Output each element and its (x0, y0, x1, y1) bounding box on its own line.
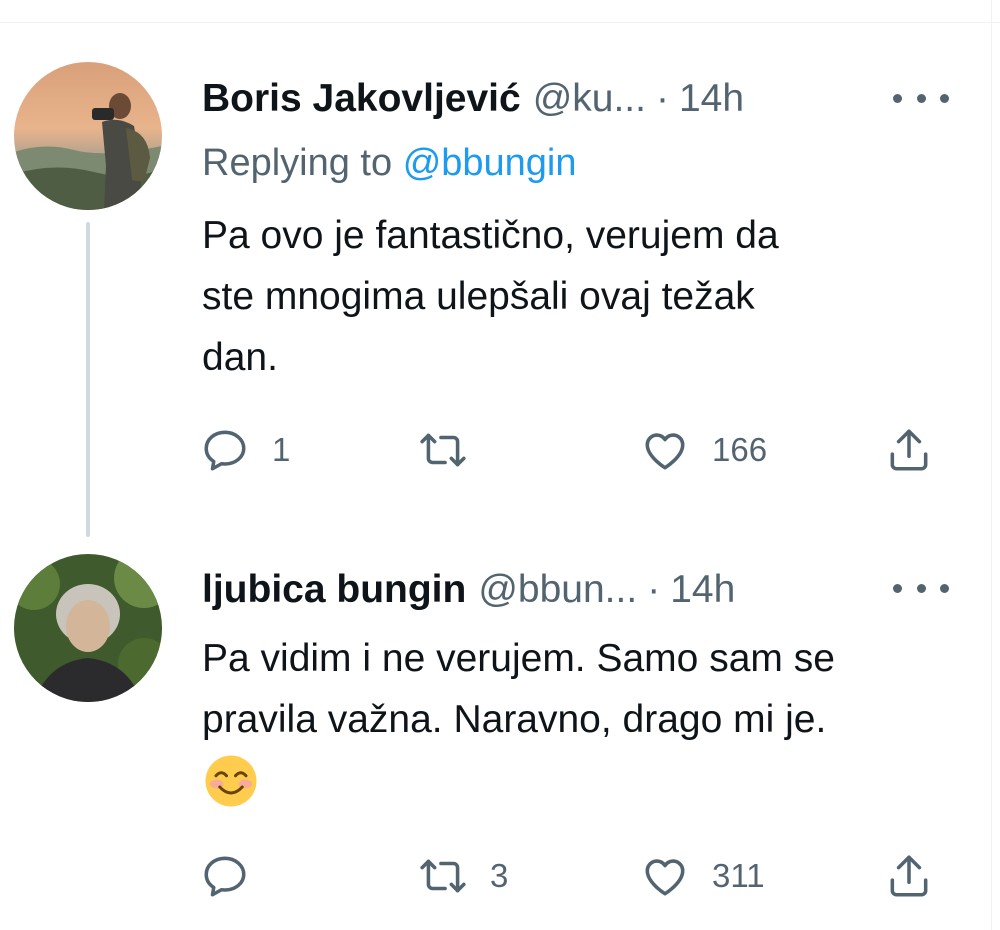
reply-count: 1 (272, 431, 291, 468)
share-icon (890, 429, 928, 471)
tweet-text-line: pravila važna. Naravno, drago mi je. (202, 698, 827, 741)
tweet-ljubica[interactable]: ljubica bungin @bbun... · 14h Pa vidim i… (0, 540, 985, 930)
like-icon (645, 433, 685, 470)
tweet-text: Pa vidim i ne verujem. Samo sam se pravi… (202, 628, 962, 750)
tweet-boris[interactable]: Boris Jakovljević @ku... · 14h Replying … (0, 0, 985, 540)
replying-prefix: Replying to (202, 142, 393, 184)
share-button[interactable] (884, 846, 934, 906)
retweet-icon (420, 859, 466, 893)
replying-mention-link[interactable]: @bbungin (403, 142, 577, 184)
thread-line (86, 222, 90, 537)
tweet-header: Boris Jakovljević @ku... · 14h (202, 77, 744, 120)
share-icon (890, 855, 928, 897)
author-name[interactable]: Boris Jakovljević (202, 77, 521, 121)
retweet-count: 3 (490, 857, 509, 894)
tweet-actions: 1 166 (200, 420, 960, 480)
reply-button[interactable]: 1 (200, 420, 290, 480)
like-count: 166 (712, 431, 768, 468)
author-handle[interactable]: @ku... (533, 77, 646, 121)
separator-dot: · (655, 77, 669, 120)
tweet-time[interactable]: 14h (670, 568, 735, 612)
tweet-text: Pa ovo je fantastično, verujem da ste mn… (202, 205, 962, 388)
replying-to: Replying to @bbungin (202, 142, 577, 185)
tweet-time[interactable]: 14h (679, 77, 744, 121)
share-button[interactable] (884, 420, 934, 480)
avatar-ljubica-image (14, 554, 162, 702)
tweet-text-line: ste mnogima ulepšali ovaj težak (202, 275, 755, 318)
tweet-text-line: Pa vidim i ne verujem. Samo sam se (202, 637, 835, 680)
smiling-face-emoji-icon (205, 755, 257, 807)
avatar-boris-image (14, 62, 162, 210)
author-name[interactable]: ljubica bungin (202, 568, 466, 612)
like-button[interactable]: 311 (640, 846, 765, 906)
avatar-boris[interactable] (14, 62, 162, 210)
author-handle[interactable]: @bbun... (478, 568, 637, 612)
like-count: 311 (712, 857, 765, 894)
retweet-icon (420, 433, 466, 467)
tweet-text-line: Pa ovo je fantastično, verujem da (202, 214, 779, 257)
more-icon[interactable] (893, 568, 949, 608)
more-icon[interactable] (893, 78, 949, 118)
separator-dot: · (647, 568, 661, 611)
tweet-text-line: dan. (202, 336, 278, 379)
tweet-actions: 3 311 (200, 846, 960, 906)
reply-icon (204, 856, 246, 897)
retweet-button[interactable]: 3 (418, 846, 508, 906)
like-button[interactable]: 166 (640, 420, 767, 480)
like-icon (645, 859, 685, 896)
reply-icon (204, 430, 246, 471)
tweet-header: ljubica bungin @bbun... · 14h (202, 568, 735, 611)
timeline-right-border (991, 0, 1000, 930)
avatar-ljubica[interactable] (14, 554, 162, 702)
retweet-button[interactable] (418, 420, 490, 480)
reply-button[interactable] (200, 846, 272, 906)
